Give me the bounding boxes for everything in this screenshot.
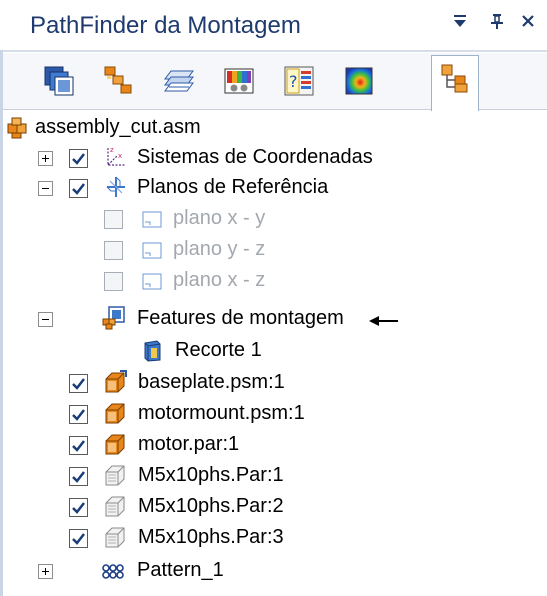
visibility-checkbox[interactable] (69, 498, 88, 517)
tab-toolbar: ? (3, 53, 547, 111)
tab-simulation[interactable] (216, 58, 262, 104)
tree-item-fastener-3[interactable]: M5x10phs.Par:3 (3, 523, 547, 553)
checkmark-icon (72, 409, 85, 421)
close-icon (522, 15, 534, 27)
tab-structure[interactable] (96, 58, 142, 104)
checkmark-icon (72, 183, 85, 195)
visibility-checkbox[interactable] (104, 272, 123, 291)
tree-item-baseplate[interactable]: baseplate.psm:1 (3, 368, 547, 398)
tree-item-label: Pattern_1 (137, 559, 224, 581)
chevron-down-icon (454, 15, 466, 27)
expand-button[interactable] (38, 564, 53, 579)
arrow-left-icon (369, 316, 398, 326)
plane-icon (140, 270, 164, 294)
fastener-icon (103, 494, 127, 518)
close-button[interactable] (520, 12, 536, 36)
tree-item-plane-xz[interactable]: plano x - z (3, 266, 547, 296)
annotation-arrow (367, 314, 399, 332)
visibility-checkbox[interactable] (69, 436, 88, 455)
tree-item-label: baseplate.psm:1 (138, 371, 285, 393)
pin-button[interactable] (489, 12, 505, 36)
fastener-icon (103, 525, 127, 549)
svg-text:x: x (118, 152, 122, 160)
tree-item-label: plano x - y (173, 207, 266, 229)
fastener-icon (103, 463, 127, 487)
visibility-checkbox[interactable] (69, 149, 88, 168)
visibility-checkbox[interactable] (104, 241, 123, 260)
title-bar: PathFinder da Montagem (0, 0, 547, 57)
panel-title: PathFinder da Montagem (30, 12, 301, 39)
tree-item-coordinate-systems[interactable]: xz Sistemas de Coordenadas (3, 143, 547, 173)
checkmark-icon (72, 440, 85, 452)
reports-icon: ? (284, 66, 314, 96)
reference-planes-icon (104, 175, 128, 199)
assembly-features-icon (102, 306, 126, 330)
tree-root-label: assembly_cut.asm (35, 116, 201, 138)
tab-assembly[interactable] (431, 55, 479, 111)
tree-item-label: motor.par:1 (138, 433, 240, 455)
tree-item-label: Recorte 1 (175, 339, 262, 361)
tree-item-motormount[interactable]: motormount.psm:1 (3, 399, 547, 429)
part-icon (103, 432, 127, 456)
tree-item-label: Planos de Referência (137, 176, 329, 198)
tree-item-label: Features de montagem (137, 307, 344, 329)
checkmark-icon (72, 502, 85, 514)
svg-text:z: z (110, 146, 114, 154)
visibility-checkbox[interactable] (69, 529, 88, 548)
tree-item-label: Sistemas de Coordenadas (137, 146, 373, 168)
checkmark-icon (72, 471, 85, 483)
heat-map-icon (345, 67, 373, 95)
tab-reports[interactable]: ? (276, 58, 322, 104)
tab-parts[interactable] (36, 58, 82, 104)
tree-item-assembly-features[interactable]: Features de montagem (3, 304, 547, 334)
visibility-checkbox[interactable] (69, 179, 88, 198)
tree-item-label: plano x - z (173, 269, 266, 291)
tree-item-pattern[interactable]: Pattern_1 (3, 556, 547, 586)
panel-frame-top (0, 50, 547, 52)
assembly-icon (6, 116, 30, 140)
tree-item-reference-planes[interactable]: Planos de Referência (3, 173, 547, 203)
parts-stack-icon (44, 66, 74, 96)
tree-root[interactable]: assembly_cut.asm (3, 113, 547, 143)
tree-item-label: plano y - z (173, 238, 266, 260)
visibility-checkbox[interactable] (69, 467, 88, 486)
expand-button[interactable] (38, 151, 53, 166)
checkmark-icon (72, 153, 85, 165)
pin-icon (491, 14, 503, 29)
tree-item-fastener-1[interactable]: M5x10phs.Par:1 (3, 461, 547, 491)
tree-item-cut[interactable]: Recorte 1 (3, 336, 547, 366)
collapse-button[interactable] (38, 312, 53, 327)
cut-feature-icon (140, 339, 164, 363)
tree-item-plane-yz[interactable]: plano y - z (3, 235, 547, 265)
tree-item-fastener-2[interactable]: M5x10phs.Par:2 (3, 492, 547, 522)
pathfinder-panel: PathFinder da Montagem ? assembly_cut.as… (0, 0, 547, 596)
assembly-tree-icon (441, 64, 468, 93)
simulation-display-icon (224, 68, 254, 94)
tree-item-plane-xy[interactable]: plano x - y (3, 204, 547, 234)
plane-icon (140, 208, 164, 232)
collapse-button[interactable] (38, 181, 53, 196)
dropdown-menu-button[interactable] (452, 12, 468, 36)
sheet-metal-part-icon (103, 370, 127, 394)
svg-text:?: ? (289, 72, 298, 91)
tree-item-motor[interactable]: motor.par:1 (3, 430, 547, 460)
checkmark-icon (72, 533, 85, 545)
coordinate-system-icon: xz (104, 145, 128, 169)
tab-layers[interactable] (156, 58, 202, 104)
pattern-icon (101, 560, 125, 584)
tree-item-label: M5x10phs.Par:1 (138, 464, 284, 486)
assembly-tree: assembly_cut.asm xz Sistemas de Coordena… (3, 110, 547, 596)
visibility-checkbox[interactable] (104, 210, 123, 229)
checkmark-icon (72, 378, 85, 390)
tree-item-label: M5x10phs.Par:3 (138, 526, 284, 548)
plane-icon (140, 239, 164, 263)
tab-heat-map[interactable] (336, 58, 382, 104)
part-icon (103, 401, 127, 425)
layers-icon (164, 70, 194, 92)
assembly-structure-icon (104, 66, 132, 94)
visibility-checkbox[interactable] (69, 405, 88, 424)
tree-item-label: motormount.psm:1 (138, 402, 305, 424)
visibility-checkbox[interactable] (69, 374, 88, 393)
tree-item-label: M5x10phs.Par:2 (138, 495, 284, 517)
